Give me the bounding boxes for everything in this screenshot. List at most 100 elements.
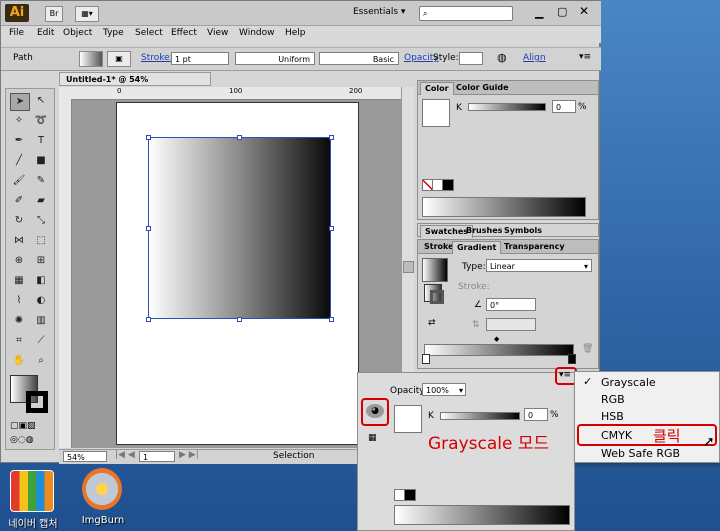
lasso-tool-icon[interactable]: ➰ (32, 113, 50, 129)
panel-menu-icon[interactable]: ▾≡ (579, 52, 591, 62)
panel-menu-icon[interactable]: ▾≡ (559, 370, 571, 380)
brush-definition[interactable]: Basic (319, 52, 399, 65)
tab-symbols[interactable]: Symbols (500, 225, 546, 237)
pencil-tool-icon[interactable]: ✎ (32, 173, 50, 189)
paintbrush-tool-icon[interactable]: 🖌 (10, 173, 28, 189)
artboard-nav-next[interactable]: ▶ ▶| (179, 450, 199, 460)
magic-wand-tool-icon[interactable]: ✧ (10, 113, 28, 129)
imgburn-icon[interactable] (82, 468, 122, 510)
tab-color[interactable]: Color (420, 82, 454, 95)
menu-item-web-safe-rgb[interactable]: Web Safe RGB (601, 445, 680, 462)
stroke-color-box[interactable] (26, 391, 48, 413)
tab-gradient[interactable]: Gradient (452, 241, 502, 254)
selection-handle[interactable] (237, 135, 242, 140)
popup-k-value-field[interactable]: 0 (524, 408, 548, 421)
selection-handle[interactable] (146, 135, 151, 140)
artboard-tool-icon[interactable]: ⌗ (10, 333, 28, 349)
selection-handle[interactable] (146, 317, 151, 322)
close-button[interactable]: ✕ (579, 4, 589, 18)
selection-tool-icon[interactable]: ➤ (10, 93, 30, 111)
popup-color-box[interactable] (394, 405, 422, 433)
gradient-stop-left[interactable] (422, 354, 430, 364)
rotate-tool-icon[interactable]: ↻ (10, 213, 28, 229)
line-tool-icon[interactable]: ╱ (10, 153, 28, 169)
color-fill-box[interactable] (422, 99, 450, 127)
menu-item-rgb[interactable]: RGB (601, 391, 625, 408)
stroke-swatch[interactable]: ▣ (107, 51, 131, 67)
zoom-tool-icon[interactable]: ⌕ (32, 353, 50, 369)
zoom-field[interactable]: 54% (63, 451, 107, 462)
menu-edit[interactable]: Edit (37, 28, 54, 38)
menu-view[interactable]: View (207, 28, 228, 38)
swatch-options-icon[interactable]: ▦ (368, 433, 377, 443)
color-mode-buttons[interactable]: ▢▣▨ (10, 421, 52, 433)
menu-help[interactable]: Help (285, 28, 306, 38)
arrange-documents-button[interactable]: ▦▾ (75, 6, 99, 22)
popup-spectrum[interactable] (394, 505, 570, 525)
document-tab[interactable]: Untitled-1* @ 54% (CMYK/Preview) ✕ (59, 72, 211, 98)
k-value-field[interactable]: 0 (552, 100, 576, 113)
tab-transparency[interactable]: Transparency (500, 241, 569, 253)
menu-type[interactable]: Type (103, 28, 124, 38)
stroke-indicator[interactable] (430, 290, 444, 304)
search-input[interactable]: ⌕ (419, 6, 513, 21)
menu-effect[interactable]: Effect (171, 28, 197, 38)
column-graph-tool-icon[interactable]: ▥ (32, 313, 50, 329)
naver-capture-icon[interactable] (10, 470, 54, 512)
reverse-gradient-icon[interactable]: ⇄ (428, 318, 436, 328)
selection-handle[interactable] (329, 135, 334, 140)
tab-color-guide[interactable]: Color Guide (452, 82, 513, 94)
artboard-number-field[interactable]: 1 (139, 451, 175, 462)
rectangle-tool-icon[interactable]: ■ (32, 153, 50, 169)
gradient-stop-right[interactable] (568, 354, 576, 364)
menu-select[interactable]: Select (135, 28, 163, 38)
slice-tool-icon[interactable]: ⟋ (32, 333, 50, 349)
menu-object[interactable]: Object (63, 28, 92, 38)
bridge-button[interactable]: Br (45, 6, 63, 22)
popup-k-slider[interactable] (440, 412, 520, 420)
gradient-midpoint[interactable]: ◆ (494, 335, 499, 343)
gradient-slider[interactable] (424, 344, 574, 356)
eyedropper-tool-icon[interactable]: ⌇ (10, 293, 28, 309)
free-transform-tool-icon[interactable]: ⬚ (32, 233, 50, 249)
blob-brush-tool-icon[interactable]: ✐ (10, 193, 28, 209)
color-spectrum[interactable] (422, 197, 586, 217)
opacity-field[interactable]: 100% ▾ (422, 383, 466, 396)
draw-mode-buttons[interactable]: ◎◌◍ (10, 435, 52, 447)
selection-handle[interactable] (146, 226, 151, 231)
stroke-weight-field[interactable]: 1 pt (171, 52, 229, 65)
blend-tool-icon[interactable]: ◐ (32, 293, 50, 309)
graphic-style-picker[interactable] (459, 52, 483, 65)
menu-item-hsb[interactable]: HSB (601, 408, 624, 425)
scale-tool-icon[interactable]: ⤡ (32, 213, 50, 229)
type-tool-icon[interactable]: T (32, 133, 50, 149)
shape-builder-tool-icon[interactable]: ⊕ (10, 253, 28, 269)
pen-tool-icon[interactable]: ✒ (10, 133, 28, 149)
gradient-tool-icon[interactable]: ◧ (32, 273, 50, 289)
recolor-artwork-icon[interactable]: ◍ (497, 51, 507, 64)
minimize-button[interactable]: ▁ (535, 6, 543, 19)
artboard-nav-prev[interactable]: |◀ ◀ (115, 450, 135, 460)
perspective-grid-tool-icon[interactable]: ⊞ (32, 253, 50, 269)
black-swatch[interactable] (442, 179, 454, 191)
k-slider-track[interactable] (468, 103, 546, 111)
menu-file[interactable]: File (9, 28, 24, 38)
color-palette-icon[interactable]: ◕ (366, 404, 384, 418)
workspace-switcher[interactable]: Essentials ▾ (353, 7, 405, 17)
selection-handle[interactable] (329, 317, 334, 322)
gradient-rectangle[interactable] (148, 137, 331, 319)
black-swatch[interactable] (404, 489, 416, 501)
direct-selection-tool-icon[interactable]: ↖ (32, 93, 50, 109)
symbol-sprayer-tool-icon[interactable]: ✺ (10, 313, 28, 329)
selection-handle[interactable] (329, 226, 334, 231)
hand-tool-icon[interactable]: ✋ (10, 353, 28, 369)
eraser-tool-icon[interactable]: ▰ (32, 193, 50, 209)
align-link[interactable]: Align (523, 53, 546, 63)
scroll-thumb[interactable] (403, 261, 414, 273)
menu-window[interactable]: Window (239, 28, 275, 38)
angle-field[interactable]: 0° (486, 298, 536, 311)
variable-width-profile[interactable]: Uniform (235, 52, 315, 65)
gradient-preview[interactable] (422, 258, 448, 282)
stroke-link[interactable]: Stroke: (141, 53, 173, 63)
gradient-type-select[interactable]: Linear ▾ (486, 259, 592, 272)
